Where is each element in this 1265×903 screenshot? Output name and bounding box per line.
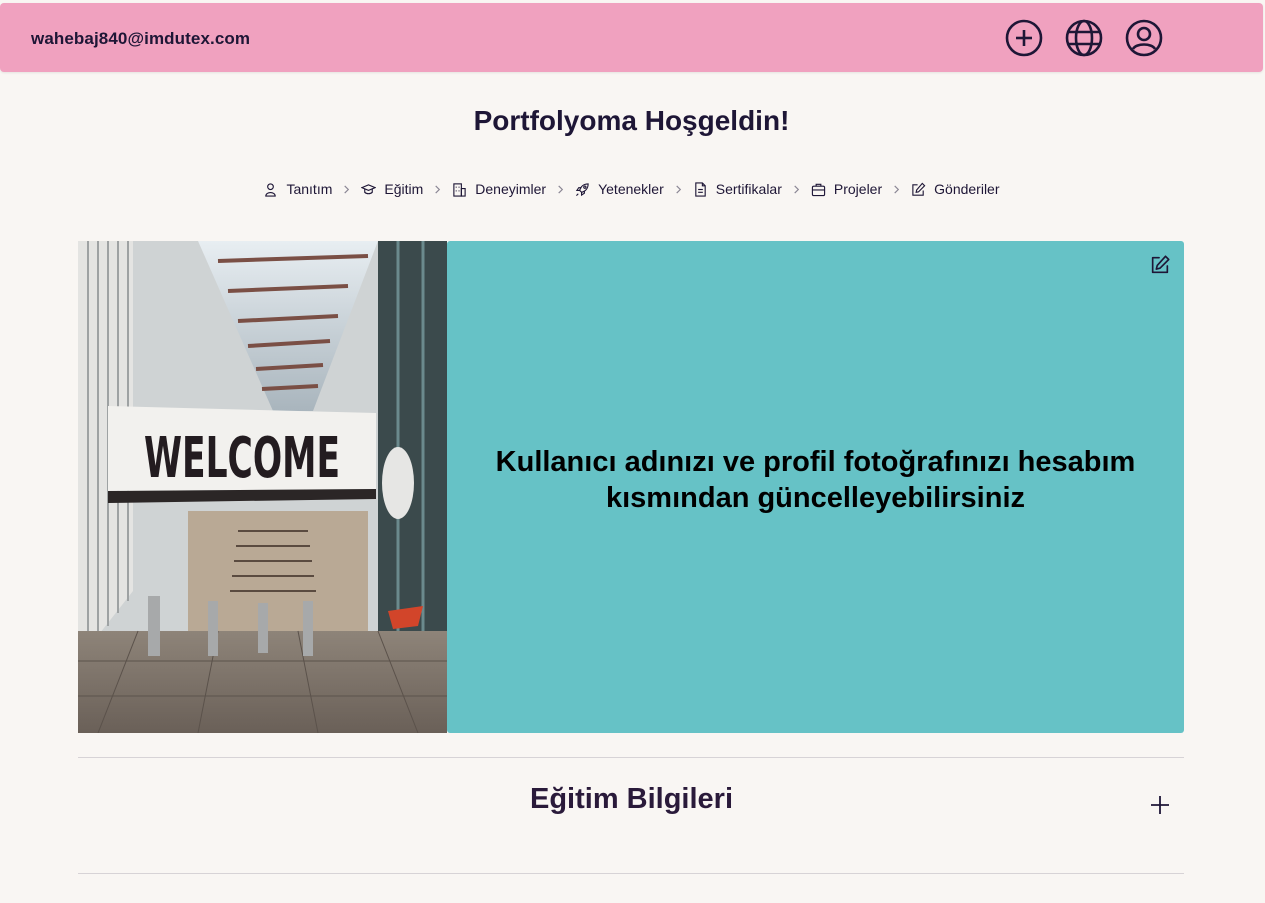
user-circle-icon[interactable] <box>1124 18 1164 58</box>
chevron-right-icon <box>792 184 801 194</box>
breadcrumb-label: Deneyimler <box>475 181 547 197</box>
rocket-icon <box>575 182 589 196</box>
user-icon <box>265 182 277 197</box>
breadcrumb-item-deneyimler[interactable]: Deneyimler <box>452 181 546 197</box>
edit-icon <box>912 182 926 196</box>
briefcase-icon <box>811 183 826 196</box>
profile-hero: WELCOME Kullanıcı adınızı ve profil foto… <box>78 241 1184 733</box>
page-title: Portfolyoma Hoşgeldin! <box>473 105 790 136</box>
breadcrumb-item-egitim[interactable]: Eğitim <box>361 181 423 197</box>
cover-photo: WELCOME <box>78 241 447 733</box>
top-navbar: wahebaj840@imdutex.com <box>0 3 1263 72</box>
welcome-sign-text: WELCOME <box>144 426 340 491</box>
breadcrumb-item-tanitim[interactable]: Tanıtım <box>263 181 332 197</box>
breadcrumb-label: Eğitim <box>384 181 424 197</box>
education-section-title[interactable]: Eğitim Bilgileri <box>0 783 1263 816</box>
breadcrumb: Tanıtım Eğitim Deneyimler Yetenekler Ser… <box>0 181 1263 197</box>
graduation-cap-icon <box>361 183 377 194</box>
document-icon <box>695 181 706 197</box>
profile-info-card: Kullanıcı adınızı ve profil fotoğrafınız… <box>447 241 1184 733</box>
chevron-right-icon <box>433 184 442 194</box>
breadcrumb-label: Sertifikalar <box>715 181 782 197</box>
chevron-right-icon <box>342 184 351 194</box>
breadcrumb-label: Tanıtım <box>286 181 333 197</box>
globe-icon[interactable] <box>1064 18 1104 58</box>
breadcrumb-label: Projeler <box>833 181 883 197</box>
breadcrumb-label: Gönderiler <box>934 181 1000 197</box>
edit-icon[interactable] <box>1149 254 1171 276</box>
breadcrumb-item-projeler[interactable]: Projeler <box>811 181 882 197</box>
divider <box>78 873 1184 874</box>
breadcrumb-item-sertifikalar[interactable]: Sertifikalar <box>693 181 782 197</box>
breadcrumb-item-yetenekler[interactable]: Yetenekler <box>575 181 664 197</box>
breadcrumb-label: Yetenekler <box>598 181 664 197</box>
chevron-right-icon <box>556 184 565 194</box>
divider <box>78 757 1184 758</box>
add-circle-icon[interactable] <box>1004 18 1044 58</box>
plus-icon[interactable] <box>1150 795 1170 815</box>
building-icon <box>453 182 466 197</box>
profile-update-message: Kullanıcı adınızı ve profil fotoğrafınız… <box>495 446 1136 514</box>
user-email: wahebaj840@imdutex.com <box>31 29 251 48</box>
chevron-right-icon <box>674 184 683 194</box>
breadcrumb-item-gonderiler[interactable]: Gönderiler <box>911 181 1000 197</box>
chevron-right-icon <box>892 184 901 194</box>
